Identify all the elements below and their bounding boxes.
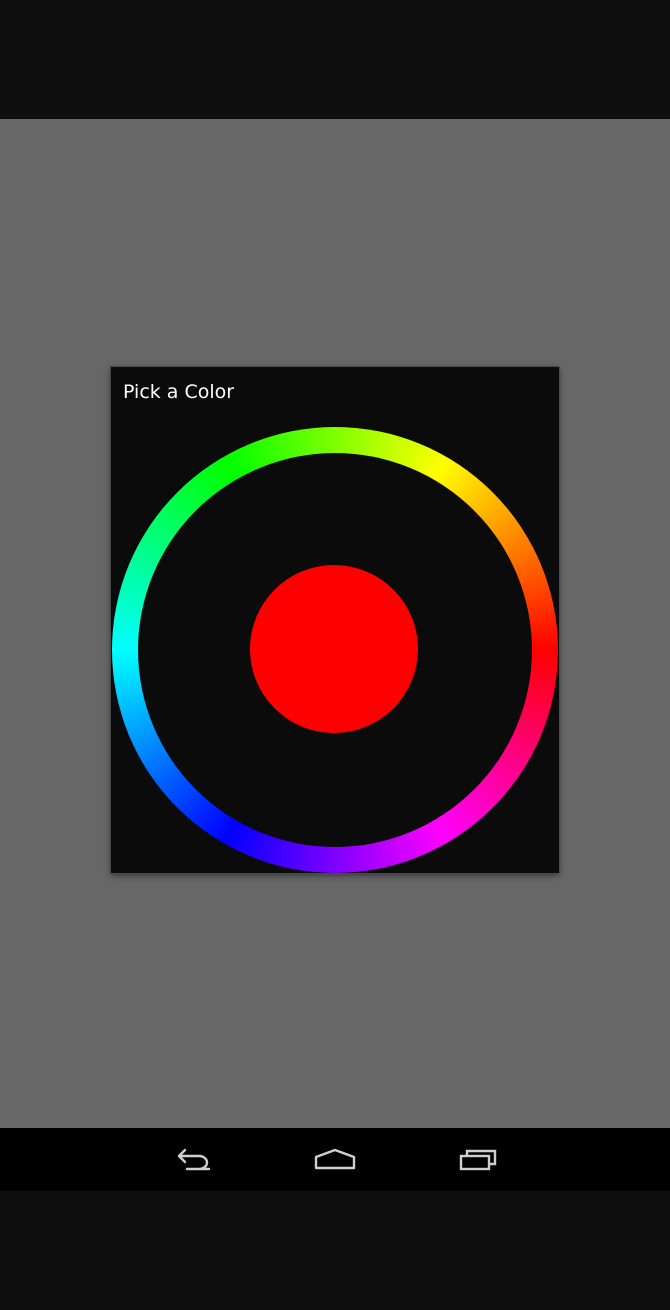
navigation-bar bbox=[0, 1128, 670, 1191]
selected-color-swatch[interactable] bbox=[250, 565, 418, 733]
bottom-letterbox bbox=[0, 1191, 670, 1310]
color-picker-dialog: Pick a Color bbox=[111, 367, 559, 873]
home-button[interactable] bbox=[287, 1128, 383, 1191]
screen: Pick a Color bbox=[0, 0, 670, 1310]
back-icon bbox=[177, 1148, 211, 1170]
home-icon bbox=[314, 1148, 356, 1169]
back-button[interactable] bbox=[145, 1128, 241, 1191]
status-bar bbox=[0, 0, 670, 119]
recent-apps-icon bbox=[459, 1149, 497, 1170]
dialog-title: Pick a Color bbox=[123, 381, 235, 403]
recent-apps-button[interactable] bbox=[431, 1128, 527, 1191]
